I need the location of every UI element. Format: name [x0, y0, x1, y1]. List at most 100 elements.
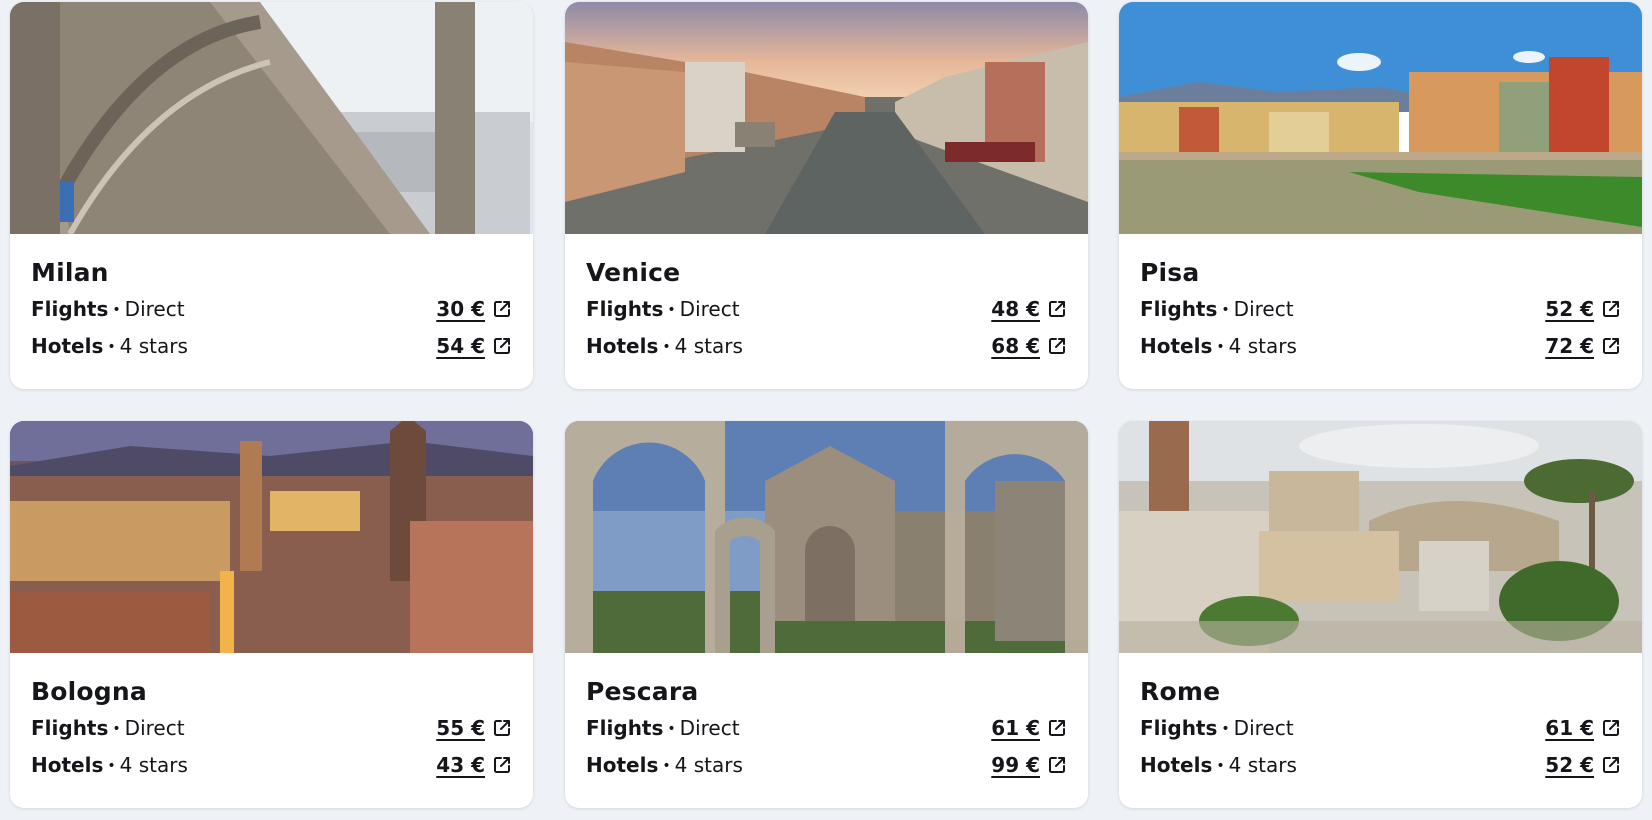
flights-label: Flights — [31, 715, 109, 740]
hotels-price[interactable]: 54 € — [436, 334, 485, 358]
hotels-detail: 4 stars — [674, 752, 743, 777]
flights-label: Flights — [1140, 715, 1218, 740]
flights-price[interactable]: 48 € — [991, 297, 1040, 321]
hotels-row: Hotels • 4 stars 54 € — [31, 327, 512, 364]
hotels-detail: 4 stars — [119, 333, 188, 358]
flights-price[interactable]: 30 € — [436, 297, 485, 321]
separator-dot: • — [107, 339, 116, 355]
external-link-icon[interactable] — [1601, 718, 1621, 738]
separator-dot: • — [107, 758, 116, 774]
flights-detail: Direct — [1233, 715, 1294, 740]
external-link-icon[interactable] — [492, 718, 512, 738]
separator-dot: • — [662, 339, 671, 355]
flights-row: Flights • Direct 48 € — [586, 290, 1067, 327]
flights-detail: Direct — [679, 715, 740, 740]
city-name: Pisa — [1140, 258, 1200, 287]
flights-label: Flights — [586, 296, 664, 321]
hotels-row: Hotels • 4 stars 68 € — [586, 327, 1067, 364]
flights-row: Flights • Direct 61 € — [1140, 709, 1621, 746]
flights-price-link[interactable]: 48 € — [991, 297, 1067, 321]
destination-card-pisa[interactable]: Pisa Flights • Direct 52 € Hotels • 4 stars … — [1119, 2, 1642, 389]
flights-label: Flights — [586, 715, 664, 740]
city-name: Rome — [1140, 677, 1221, 706]
hotels-label: Hotels — [31, 752, 104, 777]
city-name: Bologna — [31, 677, 147, 706]
separator-dot: • — [112, 721, 121, 737]
flights-price-link[interactable]: 61 € — [1545, 716, 1621, 740]
hotels-price[interactable]: 99 € — [991, 753, 1040, 777]
flights-price-link[interactable]: 55 € — [436, 716, 512, 740]
flights-price[interactable]: 52 € — [1545, 297, 1594, 321]
external-link-icon[interactable] — [1047, 755, 1067, 775]
separator-dot: • — [1216, 758, 1225, 774]
destination-card-pescara[interactable]: Pescara Flights • Direct 61 € Hotels • 4 sta… — [565, 421, 1088, 808]
hotels-price-link[interactable]: 68 € — [991, 334, 1067, 358]
external-link-icon[interactable] — [1601, 299, 1621, 319]
flights-detail: Direct — [679, 296, 740, 321]
flights-label: Flights — [31, 296, 109, 321]
flights-price[interactable]: 61 € — [991, 716, 1040, 740]
destination-photo-rome[interactable] — [1119, 421, 1642, 653]
destination-card-venice[interactable]: Venice Flights • Direct 48 € Hotels • 4 star… — [565, 2, 1088, 389]
flights-detail: Direct — [124, 296, 185, 321]
hotels-price[interactable]: 72 € — [1545, 334, 1594, 358]
flights-price[interactable]: 55 € — [436, 716, 485, 740]
external-link-icon[interactable] — [1601, 755, 1621, 775]
external-link-icon[interactable] — [1047, 336, 1067, 356]
separator-dot: • — [662, 758, 671, 774]
destination-card-bologna[interactable]: Bologna Flights • Direct 55 € Hotels • 4 sta… — [10, 421, 533, 808]
destination-photo-pescara[interactable] — [565, 421, 1088, 653]
hotels-price-link[interactable]: 72 € — [1545, 334, 1621, 358]
hotels-price-link[interactable]: 54 € — [436, 334, 512, 358]
hotels-detail: 4 stars — [119, 752, 188, 777]
hotels-price[interactable]: 68 € — [991, 334, 1040, 358]
flights-price[interactable]: 61 € — [1545, 716, 1594, 740]
hotels-row: Hotels • 4 stars 43 € — [31, 746, 512, 783]
destination-grid: Milan Flights • Direct 30 € Hotels • 4 stars… — [0, 0, 1652, 820]
city-name: Pescara — [586, 677, 699, 706]
flights-row: Flights • Direct 61 € — [586, 709, 1067, 746]
hotels-label: Hotels — [31, 333, 104, 358]
separator-dot: • — [1216, 339, 1225, 355]
destination-photo-pisa[interactable] — [1119, 2, 1642, 234]
external-link-icon[interactable] — [1601, 336, 1621, 356]
destination-card-rome[interactable]: Rome Flights • Direct 61 € Hotels • 4 stars … — [1119, 421, 1642, 808]
flights-detail: Direct — [124, 715, 185, 740]
hotels-price-link[interactable]: 52 € — [1545, 753, 1621, 777]
hotels-row: Hotels • 4 stars 72 € — [1140, 327, 1621, 364]
flights-label: Flights — [1140, 296, 1218, 321]
separator-dot: • — [1221, 721, 1230, 737]
hotels-row: Hotels • 4 stars 99 € — [586, 746, 1067, 783]
hotels-label: Hotels — [1140, 752, 1213, 777]
separator-dot: • — [1221, 302, 1230, 318]
flights-row: Flights • Direct 30 € — [31, 290, 512, 327]
hotels-price-link[interactable]: 43 € — [436, 753, 512, 777]
separator-dot: • — [667, 721, 676, 737]
hotels-price[interactable]: 52 € — [1545, 753, 1594, 777]
flights-row: Flights • Direct 52 € — [1140, 290, 1621, 327]
flights-detail: Direct — [1233, 296, 1294, 321]
separator-dot: • — [667, 302, 676, 318]
flights-row: Flights • Direct 55 € — [31, 709, 512, 746]
external-link-icon[interactable] — [1047, 299, 1067, 319]
flights-price-link[interactable]: 61 € — [991, 716, 1067, 740]
flights-price-link[interactable]: 52 € — [1545, 297, 1621, 321]
hotels-detail: 4 stars — [1228, 333, 1297, 358]
hotels-price-link[interactable]: 99 € — [991, 753, 1067, 777]
destination-photo-milan[interactable] — [10, 2, 533, 234]
city-name: Milan — [31, 258, 109, 287]
hotels-price[interactable]: 43 € — [436, 753, 485, 777]
external-link-icon[interactable] — [492, 755, 512, 775]
hotels-label: Hotels — [586, 752, 659, 777]
destination-card-milan[interactable]: Milan Flights • Direct 30 € Hotels • 4 stars… — [10, 2, 533, 389]
flights-price-link[interactable]: 30 € — [436, 297, 512, 321]
hotels-detail: 4 stars — [674, 333, 743, 358]
external-link-icon[interactable] — [492, 299, 512, 319]
external-link-icon[interactable] — [492, 336, 512, 356]
hotels-row: Hotels • 4 stars 52 € — [1140, 746, 1621, 783]
separator-dot: • — [112, 302, 121, 318]
city-name: Venice — [586, 258, 681, 287]
destination-photo-bologna[interactable] — [10, 421, 533, 653]
external-link-icon[interactable] — [1047, 718, 1067, 738]
destination-photo-venice[interactable] — [565, 2, 1088, 234]
